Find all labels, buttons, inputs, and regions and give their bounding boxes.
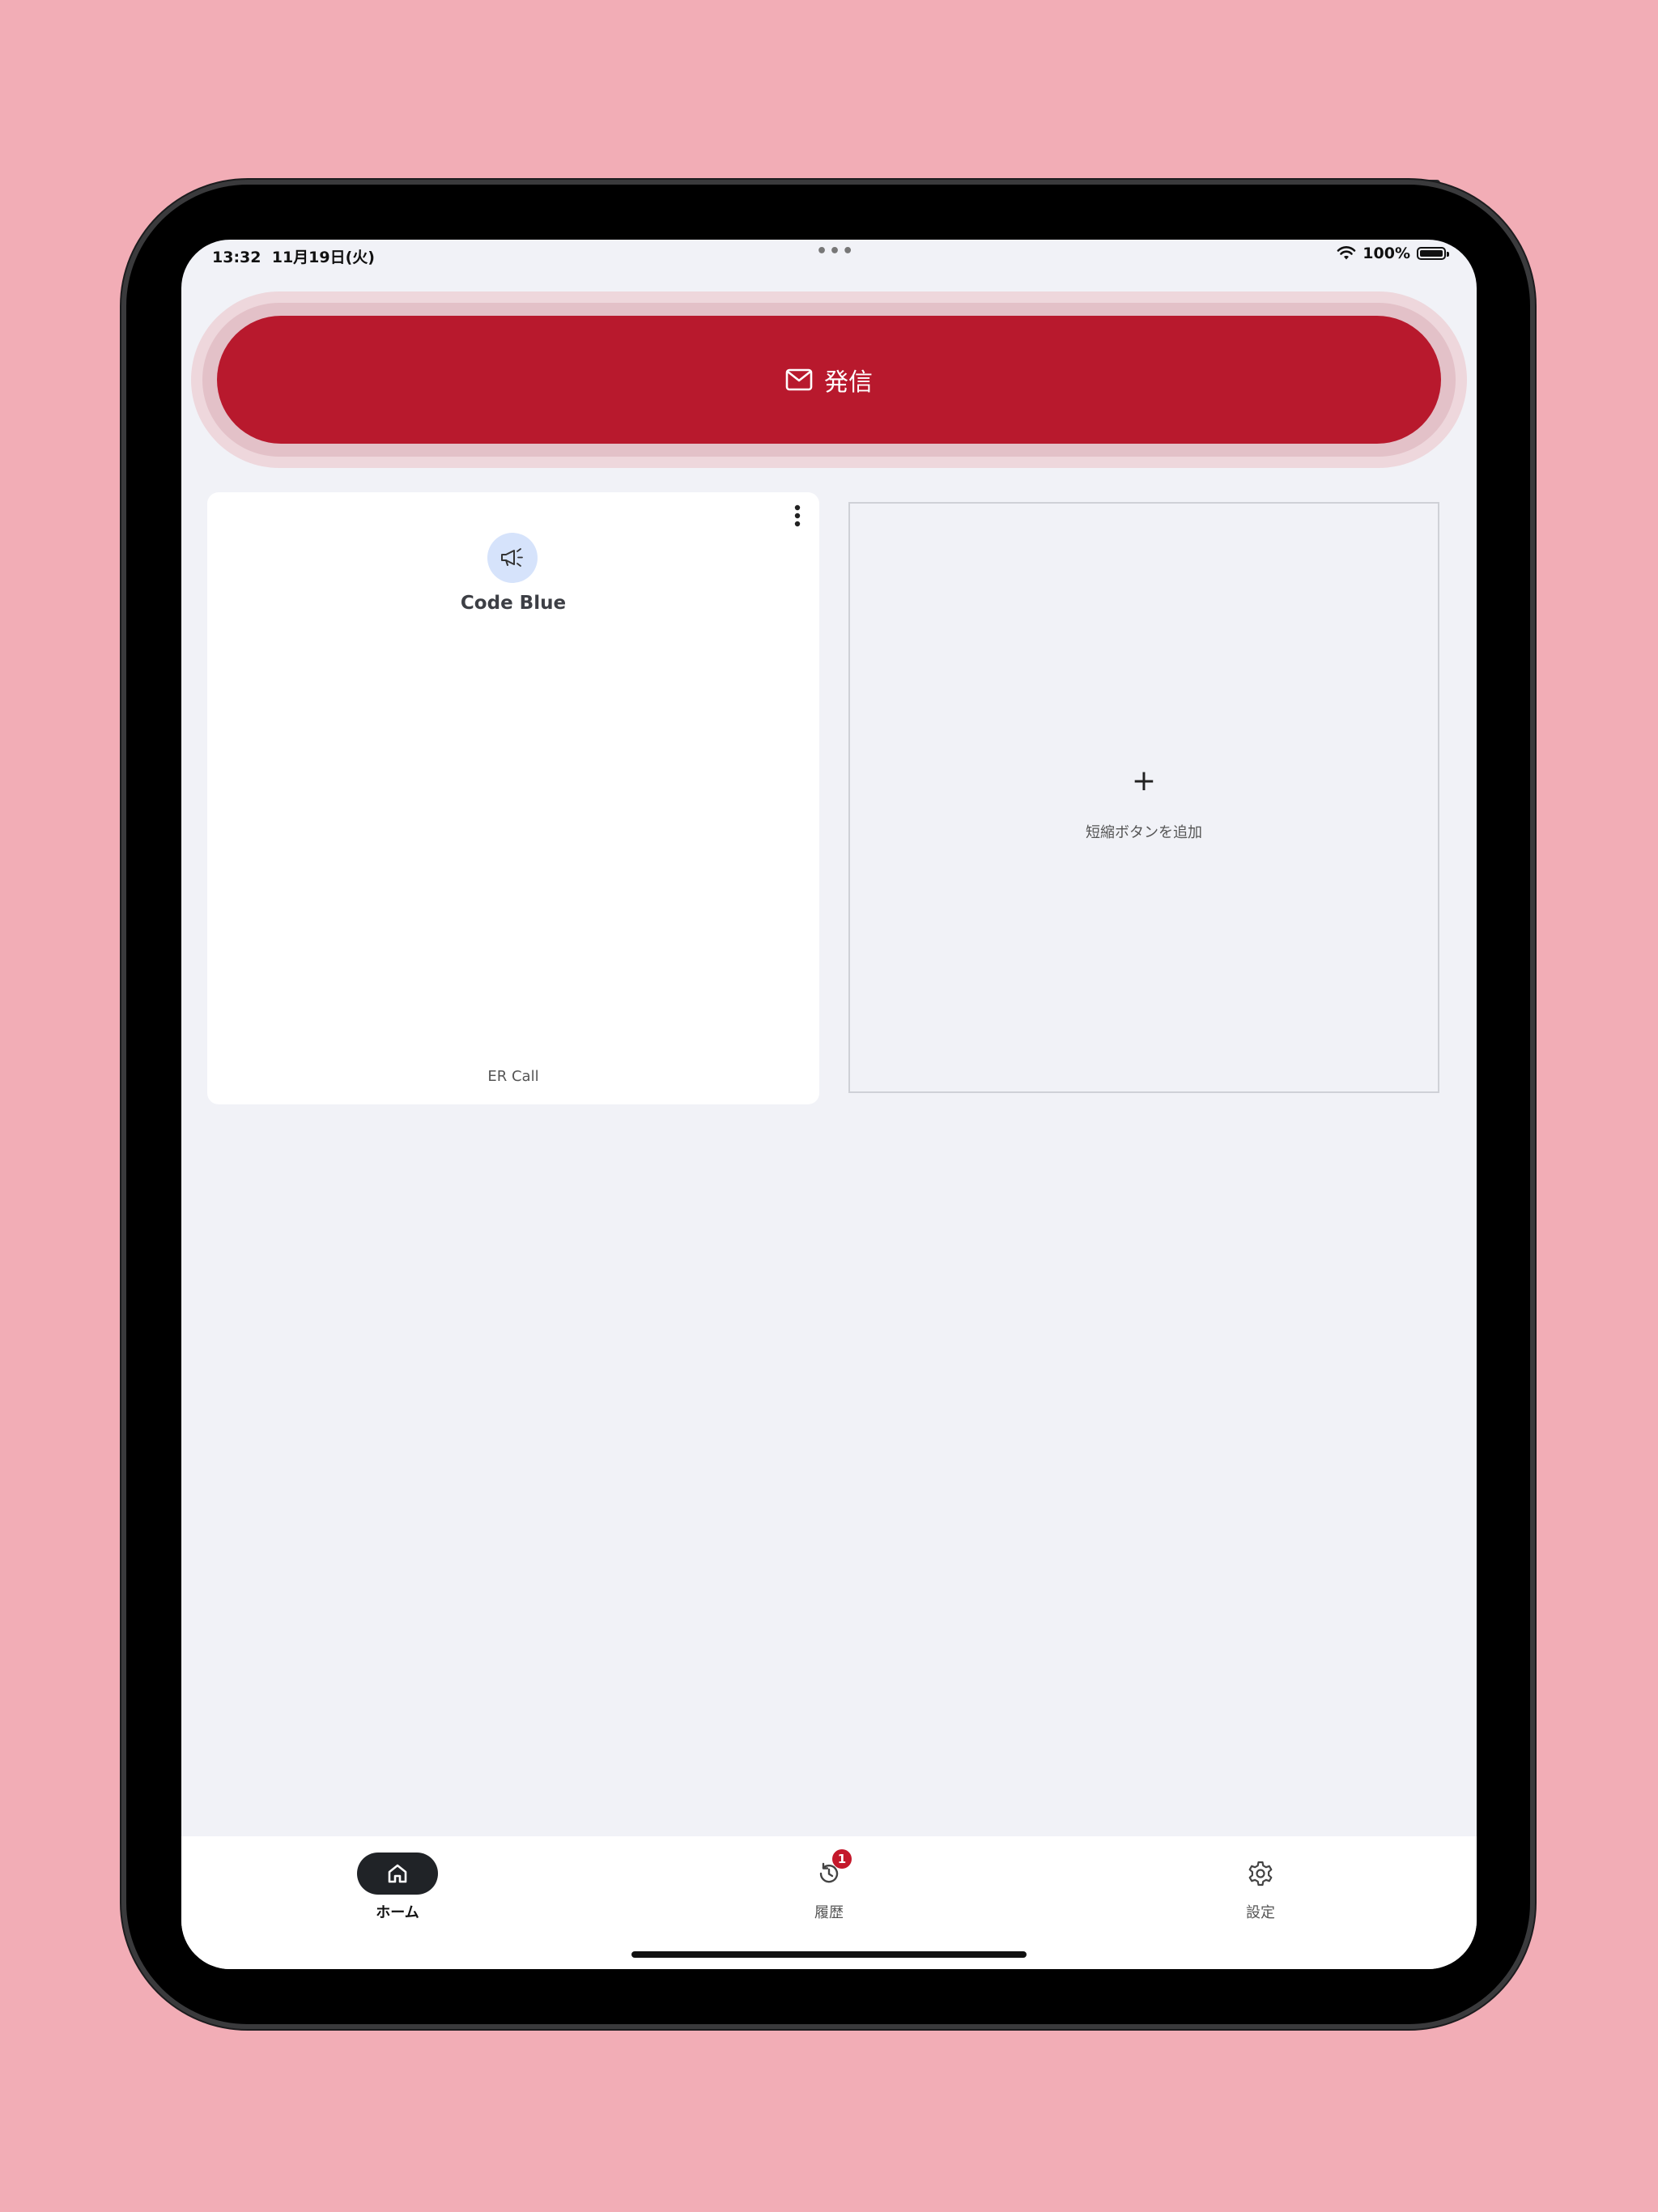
wifi-icon [1337, 246, 1356, 260]
send-button[interactable]: 発信 [217, 316, 1441, 444]
nav-label-home: ホーム [376, 1904, 419, 1921]
more-vert-icon[interactable] [793, 504, 801, 531]
megaphone-icon [487, 533, 538, 583]
add-shortcut-label: 短縮ボタンを追加 [1086, 824, 1202, 841]
nav-item-history[interactable]: 1 履歴 [732, 1849, 926, 1922]
history-badge: 1 [832, 1849, 852, 1869]
multitasking-dots[interactable]: ••• [816, 241, 855, 262]
nav-item-home[interactable]: ホーム [300, 1853, 495, 1922]
card-subtitle: ER Call [487, 1068, 539, 1085]
mail-icon [785, 368, 813, 391]
home-indicator-bar[interactable] [631, 1951, 1027, 1958]
gear-icon [1248, 1861, 1273, 1887]
status-bar: 13:32 11月19日(火) ••• 100% [181, 240, 1477, 272]
shortcut-card-code-blue[interactable]: Code Blue ER Call [207, 492, 819, 1104]
status-right: 100% [1337, 245, 1449, 262]
bottom-navigation: ホーム 1 履歴 設定 [181, 1836, 1477, 1969]
nav-history-container: 1 [789, 1849, 869, 1895]
status-date-text: 11月19日(火) [271, 249, 375, 266]
nav-label-history: 履歴 [814, 1904, 844, 1921]
volume-up-button [1530, 309, 1537, 374]
add-shortcut-button[interactable]: + 短縮ボタンを追加 [848, 502, 1439, 1093]
status-time: 13:32 11月19日(火) [212, 245, 375, 267]
home-icon [388, 1864, 407, 1883]
send-button-label: 発信 [824, 368, 873, 397]
volume-down-button [1530, 389, 1537, 453]
nav-label-settings: 設定 [1246, 1904, 1275, 1921]
plus-icon: + [1131, 764, 1157, 798]
card-title: Code Blue [460, 593, 567, 614]
battery-icon [1417, 247, 1449, 260]
nav-settings-container [1220, 1853, 1301, 1895]
screen: 13:32 11月19日(火) ••• 100% 発信 Code Blue ER… [181, 240, 1477, 1969]
battery-percent: 100% [1363, 245, 1410, 262]
status-time-text: 13:32 [212, 249, 261, 266]
nav-home-indicator [357, 1853, 438, 1895]
nav-item-settings[interactable]: 設定 [1163, 1853, 1358, 1922]
